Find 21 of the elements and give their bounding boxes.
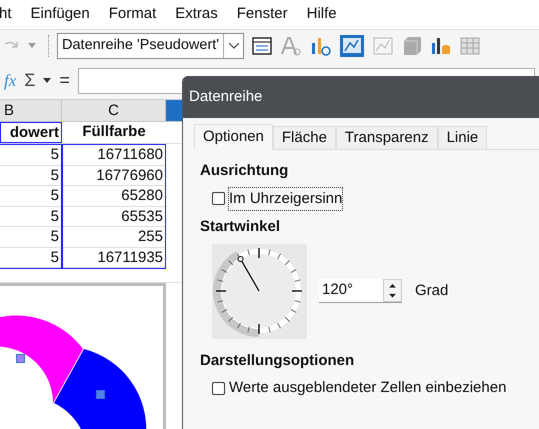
table-cell: 5: [0, 248, 61, 268]
section-heading: Ausrichtung: [200, 161, 290, 181]
table-cell: 5: [0, 166, 61, 186]
table-cell: 5: [0, 206, 61, 227]
checkbox-label: Werte ausgeblendeter Zellen einbeziehen: [229, 378, 506, 398]
unit-label: Grad: [415, 280, 448, 301]
table-cell-text: Füllfarbe: [81, 122, 147, 142]
table-cell: 255: [63, 227, 165, 248]
section-heading: Darstellungsoptionen: [200, 350, 356, 370]
table-cell: 16711680: [63, 145, 165, 166]
table-cell: 5: [0, 227, 61, 248]
table-cell: 65535: [63, 206, 165, 227]
table-cell: 65280: [63, 186, 165, 206]
section-heading: Startwinkel: [200, 217, 282, 237]
checkbox-label: Im Uhrzeigersinn: [229, 188, 342, 210]
table-cell: 16711935: [63, 248, 165, 268]
table-cell: 16776960: [63, 166, 165, 186]
dialog-title: Datenreihe: [189, 86, 262, 107]
table-cell: 5: [0, 186, 61, 206]
table-cell: dowert: [0, 122, 62, 143]
table-cell: 5: [0, 145, 61, 166]
